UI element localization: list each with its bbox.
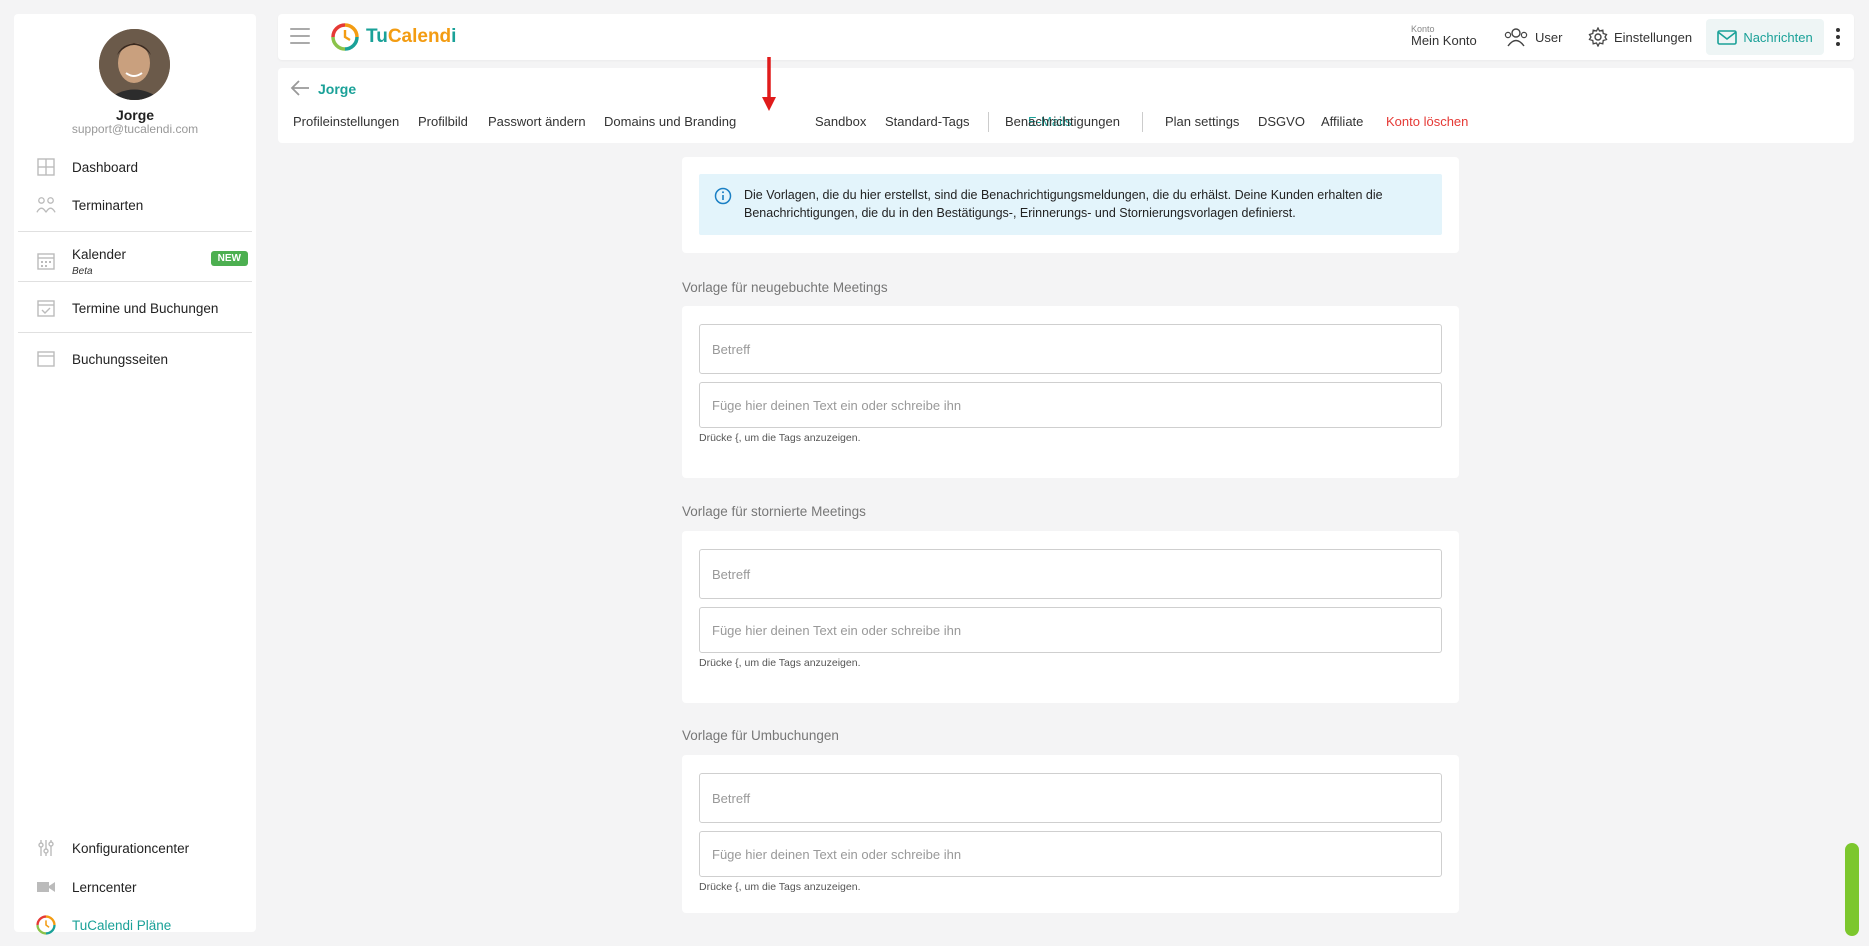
subject-input[interactable] — [700, 774, 1441, 822]
tab-affiliate[interactable]: Affiliate — [1321, 114, 1363, 129]
hamburger-menu-icon[interactable] — [290, 28, 310, 44]
section-title-neugebuchte: Vorlage für neugebuchte Meetings — [682, 280, 888, 295]
tucalendi-logo[interactable]: TuCalendi — [330, 22, 456, 52]
body-input[interactable] — [700, 383, 1441, 427]
sidebar-item-label: Buchungsseiten — [72, 351, 169, 367]
scroll-indicator[interactable] — [1845, 843, 1859, 936]
tags-hint: Drücke {, um die Tags anzuzeigen. — [699, 657, 861, 669]
tab-profilbild[interactable]: Profilbild — [418, 114, 468, 129]
tab-standard-tags[interactable]: Standard-Tags — [885, 114, 970, 129]
back-arrow-icon[interactable] — [290, 80, 310, 101]
annotation-arrow-icon — [762, 57, 776, 111]
sidebar-item-sublabel: Beta — [72, 266, 93, 277]
subject-input[interactable] — [700, 550, 1441, 598]
avatar[interactable] — [99, 29, 170, 100]
body-field[interactable] — [699, 382, 1442, 428]
topbar: TuCalendi Konto Mein Konto User Einstell… — [278, 14, 1854, 60]
sidebar-item-termine[interactable]: Termine und Buchungen — [14, 289, 256, 327]
divider — [18, 332, 252, 333]
tab-domains-branding[interactable]: Domains und Branding — [604, 114, 736, 129]
sidebar-item-label: Kalender — [72, 247, 127, 262]
template-card-stornierte: Drücke {, um die Tags anzuzeigen. — [682, 531, 1459, 703]
calendar-icon — [36, 251, 56, 271]
konto-label: Mein Konto — [1411, 33, 1477, 48]
user-email: support@tucalendi.com — [71, 122, 199, 136]
sidebar-item-buchungsseiten[interactable]: Buchungsseiten — [14, 340, 256, 378]
sidebar-item-lerncenter[interactable]: Lerncenter — [14, 868, 256, 906]
profile-name: Jorge — [318, 81, 357, 97]
sidebar-item-tucalendi-plaene[interactable]: TuCalendi Pläne — [14, 906, 256, 944]
tab-dsgvo[interactable]: DSGVO — [1258, 114, 1305, 129]
gear-icon — [1588, 27, 1608, 47]
body-field[interactable] — [699, 607, 1442, 653]
sidebar-item-label: Lerncenter — [72, 879, 137, 895]
envelope-icon — [1717, 29, 1738, 45]
settings-label: Einstellungen — [1614, 29, 1693, 45]
user-button[interactable]: User — [1503, 14, 1562, 60]
calendar-check-icon — [36, 298, 56, 318]
settings-button[interactable]: Einstellungen — [1588, 14, 1692, 60]
info-text: Die Vorlagen, die du hier erstellst, sin… — [744, 188, 1383, 220]
body-input[interactable] — [700, 608, 1441, 652]
tab-separator — [1142, 112, 1143, 132]
grid-icon — [36, 157, 56, 177]
template-card-neugebuchte: Drücke {, um die Tags anzuzeigen. — [682, 306, 1459, 478]
subject-input[interactable] — [700, 325, 1441, 373]
new-badge: NEW — [210, 251, 248, 266]
sidebar-item-label: Termine und Buchungen — [72, 300, 219, 316]
messages-label: Nachrichten — [1743, 29, 1813, 45]
tab-separator — [988, 112, 989, 132]
tags-hint: Drücke {, um die Tags anzuzeigen. — [699, 432, 861, 444]
video-camera-icon — [36, 877, 56, 897]
tab-konto-loeschen[interactable]: Konto löschen — [1386, 114, 1468, 129]
user-label: User — [1535, 29, 1563, 45]
tucalendi-logo-icon — [36, 915, 56, 935]
body-input[interactable] — [700, 832, 1441, 876]
divider — [18, 281, 252, 282]
browser-window-icon — [36, 349, 56, 369]
info-card: Die Vorlagen, die du hier erstellst, sin… — [682, 157, 1459, 253]
tab-benachrichtigungen[interactable]: Benachrichtigungen — [1005, 114, 1120, 129]
people-icon — [36, 195, 56, 215]
account-switcher[interactable]: Konto Mein Konto — [1411, 24, 1477, 48]
subject-field[interactable] — [699, 324, 1442, 374]
subject-field[interactable] — [699, 773, 1442, 823]
section-title-umbuchungen: Vorlage für Umbuchungen — [682, 728, 839, 743]
sidebar-item-label: Terminarten — [72, 197, 144, 213]
logo-text: TuCalendi — [366, 26, 457, 47]
subject-field[interactable] — [699, 549, 1442, 599]
sidebar-item-terminarten[interactable]: Terminarten — [14, 186, 256, 224]
info-banner: Die Vorlagen, die du hier erstellst, sin… — [699, 174, 1442, 235]
sidebar-item-label: Dashboard — [72, 159, 139, 175]
tab-profileinstellungen[interactable]: Profileinstellungen — [293, 114, 399, 129]
user-name: Jorge — [115, 107, 155, 123]
sliders-icon — [36, 838, 56, 858]
body-field[interactable] — [699, 831, 1442, 877]
section-title-stornierte: Vorlage für stornierte Meetings — [682, 504, 866, 519]
info-circle-icon — [714, 187, 732, 210]
tab-passwort-aendern[interactable]: Passwort ändern — [488, 114, 586, 129]
sidebar-item-label: Konfigurationcenter — [72, 840, 190, 856]
divider — [18, 231, 252, 232]
tags-hint: Drücke {, um die Tags anzuzeigen. — [699, 881, 861, 893]
more-options-icon[interactable] — [1836, 28, 1840, 49]
sidebar: Jorge support@tucalendi.com Dashboard Te… — [14, 14, 256, 935]
tucalendi-logo-icon — [331, 23, 359, 51]
sidebar-item-label: TuCalendi Pläne — [72, 917, 172, 933]
tab-sandbox[interactable]: Sandbox — [815, 114, 866, 129]
tab-plan-settings[interactable]: Plan settings — [1165, 114, 1239, 129]
sidebar-item-kalender[interactable]: Kalender Beta NEW — [14, 239, 256, 283]
template-card-umbuchungen: Drücke {, um die Tags anzuzeigen. — [682, 755, 1459, 913]
users-icon — [1504, 28, 1528, 47]
profile-header: Jorge Profileinstellungen Profilbild Pas… — [278, 68, 1854, 143]
messages-button[interactable]: Nachrichten — [1706, 19, 1824, 55]
sidebar-item-konfigurationcenter[interactable]: Konfigurationcenter — [14, 829, 256, 867]
sidebar-item-dashboard[interactable]: Dashboard — [14, 148, 256, 186]
